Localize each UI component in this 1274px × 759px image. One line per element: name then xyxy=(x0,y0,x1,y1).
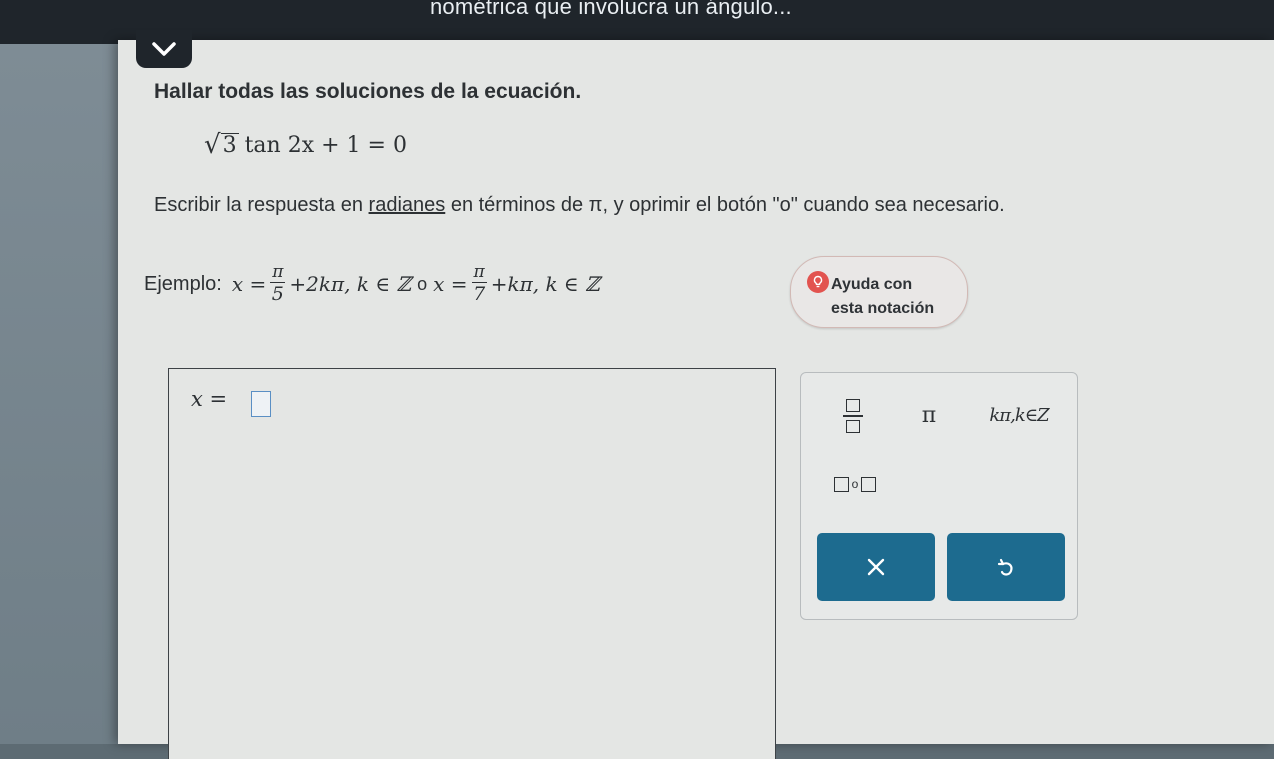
pi-key[interactable]: π xyxy=(909,395,949,435)
help-line-1: Ayuda con xyxy=(831,276,913,293)
answer-input[interactable] xyxy=(251,391,271,417)
chevron-down-icon xyxy=(152,42,176,56)
undo-button[interactable] xyxy=(947,533,1065,601)
instructions: Escribir la respuesta en radianes en tér… xyxy=(154,194,1005,216)
answer-area: x = xyxy=(168,368,776,759)
equation: √ 3 tan 2x + 1 = 0 xyxy=(204,132,407,158)
lightbulb-icon xyxy=(807,271,829,293)
clear-button[interactable] xyxy=(817,533,935,601)
or-key[interactable]: o xyxy=(825,469,885,499)
undo-icon xyxy=(997,558,1013,576)
math-keypad: π kπ,k∈Z o xyxy=(800,372,1078,620)
problem-statement: Hallar todas las soluciones de la ecuaci… xyxy=(154,80,582,103)
example-fraction-1: π 5 xyxy=(270,262,286,306)
left-sidebar xyxy=(0,44,118,744)
example-expr-1: x = π 5 +2kπ, k ∈ ℤ xyxy=(231,262,412,306)
answer-label: x = xyxy=(191,387,228,411)
sqrt-expression: √ 3 xyxy=(204,130,239,160)
help-notation-button[interactable]: Ayuda con esta notación xyxy=(790,256,968,328)
radianes-link[interactable]: radianes xyxy=(369,194,446,216)
page-title: nométrica que involucra un ángulo... xyxy=(430,0,792,19)
collapse-button[interactable] xyxy=(136,30,192,68)
fraction-key[interactable] xyxy=(829,391,877,441)
example-expr-2: x = π 7 +kπ, k ∈ ℤ xyxy=(433,262,600,306)
example-separator: o xyxy=(417,273,428,294)
problem-panel: Hallar todas las soluciones de la ecuaci… xyxy=(118,30,1274,759)
example: Ejemplo: x = π 5 +2kπ, k ∈ ℤ o x = π 7 +… xyxy=(144,262,600,306)
close-icon xyxy=(867,558,885,576)
example-fraction-2: π 7 xyxy=(471,262,487,306)
equation-rest: tan 2x + 1 = 0 xyxy=(244,132,407,158)
help-line-2: esta notación xyxy=(831,300,935,317)
kpi-key[interactable]: kπ,k∈Z xyxy=(979,399,1059,431)
example-label: Ejemplo: xyxy=(144,272,222,295)
